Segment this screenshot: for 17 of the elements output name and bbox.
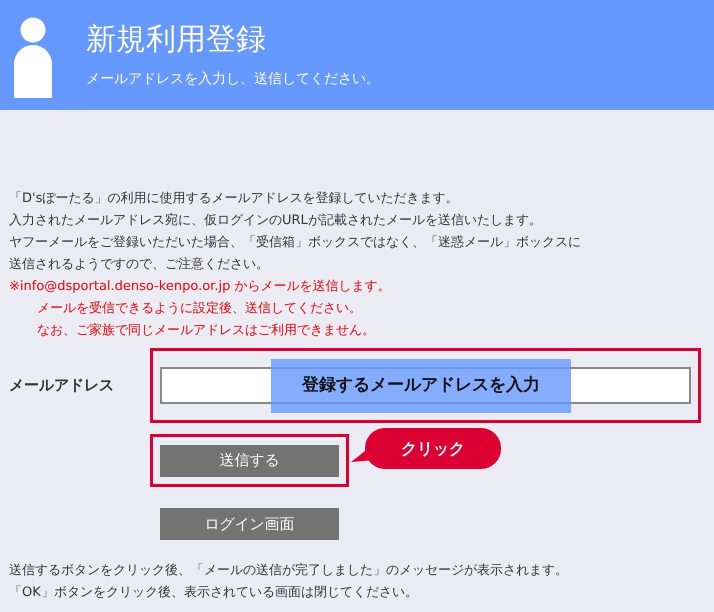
notice-text: 入力されたメールアドレス宛に、仮ログインのURLが記載されたメールを送信いたします。 xyxy=(9,212,542,230)
click-callout: クリック xyxy=(365,428,501,469)
notice-text: 「D'sぽーたる」の利用に使用するメールアドレスを登録していただきます。 xyxy=(9,190,458,208)
login-screen-button[interactable]: ログイン画面 xyxy=(160,508,339,540)
notice-text: なお、ご家族で同じメールアドレスはご利用できません。 xyxy=(37,322,375,340)
notice-text: ※info@dsportal.denso-kenpo.or.jp からメールを送信します。 xyxy=(9,278,390,296)
page-title: 新規利用登録 xyxy=(86,20,267,58)
notice-text: メールを受信できるように設定後、送信してください。 xyxy=(37,300,362,318)
person-icon xyxy=(14,16,52,98)
notice-text: ヤフーメールをご登録いただいた場合、「受信箱」ボックスではなく、「迷惑メール」ボックスに xyxy=(9,234,581,252)
footer-text: 「OK」ボタンをクリック後、表示されている画面は閉じてください。 xyxy=(9,584,418,602)
email-label: メールアドレス xyxy=(9,375,115,396)
footer-text: 送信するボタンをクリック後、「メールの送信が完了しました」のメッセージが表示されます。 xyxy=(9,562,568,580)
field-annotation: 登録するメールアドレスを入力 xyxy=(271,359,571,413)
submit-button[interactable]: 送信する xyxy=(160,444,339,476)
notice-text: 送信されるようですので、ご注意ください。 xyxy=(9,256,269,274)
page-subtitle: メールアドレスを入力し、送信してください。 xyxy=(86,70,380,88)
